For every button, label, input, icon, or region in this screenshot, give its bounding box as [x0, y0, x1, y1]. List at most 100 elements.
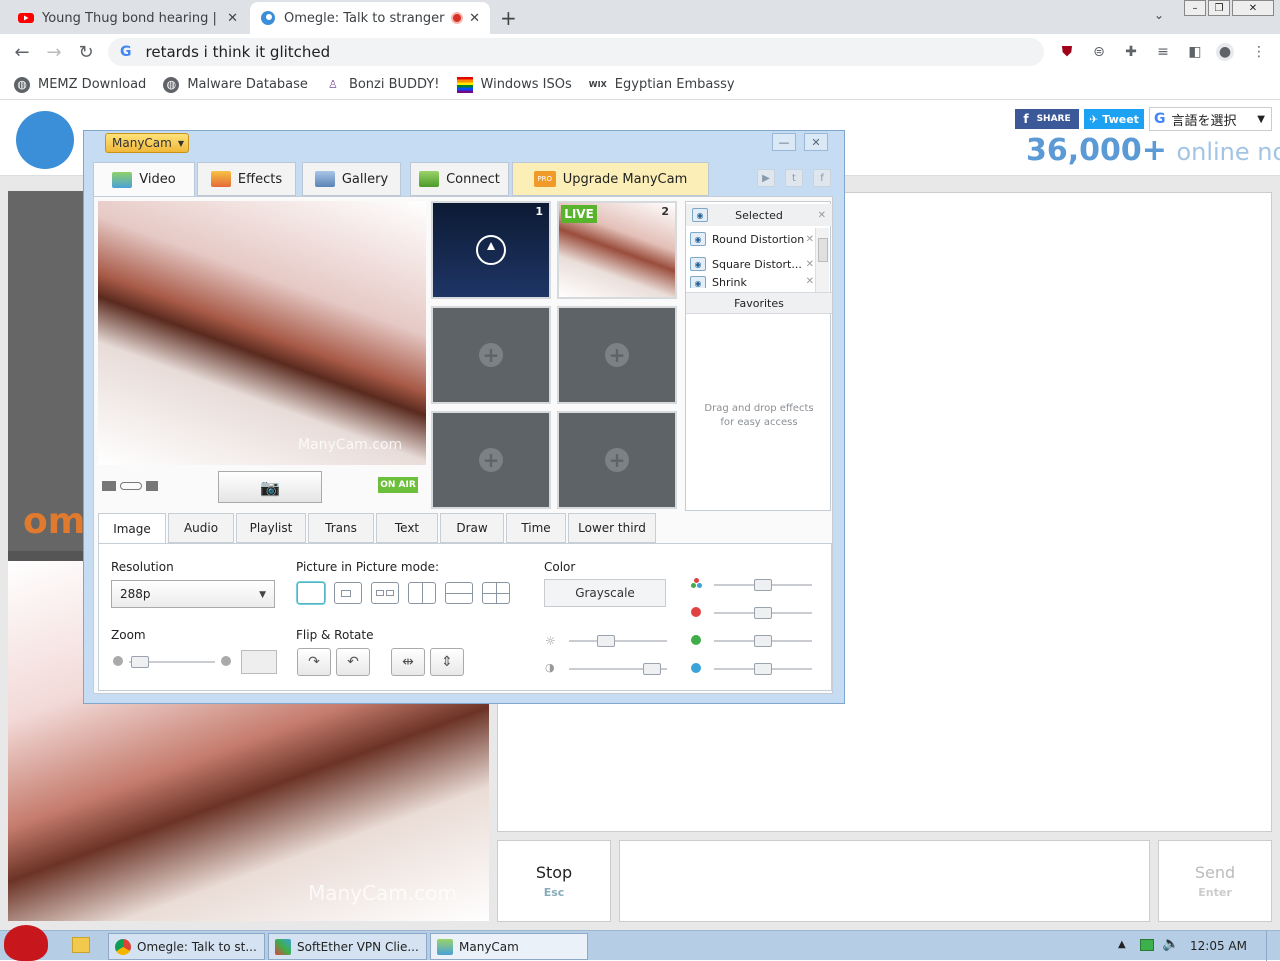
- tab-youtube[interactable]: Young Thug bond hearing | 1 ✕: [8, 2, 248, 34]
- effect-item[interactable]: ◉ Square Distort... ✕: [690, 253, 814, 275]
- saturation-slider[interactable]: [714, 579, 812, 591]
- pip-mode-quad[interactable]: [482, 582, 510, 604]
- volume-icon[interactable]: 🔈: [1162, 936, 1179, 952]
- zoom-out-icon[interactable]: [113, 656, 123, 666]
- angry-bird-start-icon[interactable]: [4, 925, 48, 961]
- forward-arrow-icon[interactable]: →: [42, 40, 66, 64]
- tweet-button[interactable]: ✈ Tweet: [1084, 109, 1144, 129]
- tab-video[interactable]: Video: [93, 162, 195, 196]
- remove-effect-icon[interactable]: ✕: [806, 276, 814, 287]
- side-panel-icon[interactable]: ◧: [1186, 43, 1204, 61]
- send-button[interactable]: Send Enter: [1158, 840, 1272, 922]
- scrollbar-thumb[interactable]: [818, 238, 828, 262]
- tray-expand-icon[interactable]: ▲: [1118, 939, 1126, 950]
- back-arrow-icon[interactable]: ←: [10, 40, 34, 64]
- address-bar[interactable]: G retards i think it glitched: [108, 38, 1044, 66]
- eye-icon[interactable]: ◉: [690, 276, 706, 288]
- twitter-small-icon[interactable]: t: [785, 169, 803, 187]
- slider-thumb[interactable]: [643, 663, 661, 675]
- pip-mode-vertical-split[interactable]: [408, 582, 436, 604]
- zoom-slider[interactable]: [129, 656, 215, 668]
- subtab-text[interactable]: Text: [376, 513, 438, 543]
- remove-effect-icon[interactable]: ✕: [806, 234, 814, 245]
- close-tab-icon[interactable]: ✕: [469, 11, 480, 26]
- eye-icon[interactable]: ◉: [690, 257, 706, 271]
- manycam-menu-button[interactable]: ManyCam ▼: [105, 133, 189, 153]
- snapshot-button[interactable]: 📷: [218, 471, 322, 503]
- tab-upgrade[interactable]: PRO Upgrade ManyCam: [512, 162, 709, 196]
- ublock-extension-icon[interactable]: ⛊: [1058, 43, 1076, 61]
- effects-scrollbar[interactable]: [815, 228, 829, 296]
- pip-mode-inset[interactable]: [334, 582, 362, 604]
- slider-thumb[interactable]: [597, 635, 615, 647]
- source-slot-empty[interactable]: +: [431, 306, 551, 404]
- red-slider[interactable]: [714, 607, 812, 619]
- kebab-menu-icon[interactable]: ⋮: [1250, 43, 1268, 61]
- minimize-icon[interactable]: –: [1184, 0, 1206, 16]
- blue-slider[interactable]: [714, 663, 812, 675]
- clear-icon[interactable]: ✕: [818, 210, 826, 221]
- facebook-share-button[interactable]: f SHARE: [1015, 109, 1079, 129]
- mode-switch[interactable]: [102, 479, 160, 493]
- bookmark-egyptian-embassy[interactable]: WIX Egyptian Embassy: [589, 77, 735, 93]
- taskbar-softether[interactable]: SoftEther VPN Clie...: [268, 933, 427, 960]
- bookmark-bonzi-buddy[interactable]: ♙ Bonzi BUDDY!: [325, 77, 440, 93]
- media-controls-icon[interactable]: ≡: [1154, 43, 1172, 61]
- slider-thumb[interactable]: [754, 663, 772, 675]
- brightness-slider[interactable]: [569, 635, 667, 647]
- profile-avatar-icon[interactable]: ●: [1216, 43, 1234, 61]
- source-slot-empty[interactable]: +: [557, 411, 677, 509]
- folder-icon[interactable]: [72, 937, 90, 953]
- taskbar-manycam[interactable]: ManyCam: [430, 933, 588, 960]
- taskbar-chrome[interactable]: Omegle: Talk to st...: [108, 933, 265, 960]
- tab-connect[interactable]: Connect: [410, 162, 509, 196]
- show-desktop-button[interactable]: [1266, 931, 1280, 961]
- green-slider[interactable]: [714, 635, 812, 647]
- source-slot-1[interactable]: 1: [431, 201, 551, 299]
- bookmark-windows-isos[interactable]: Windows ISOs: [456, 76, 572, 93]
- close-icon[interactable]: ✕: [804, 133, 828, 151]
- bookmark-malware-database[interactable]: ◍ Malware Database: [163, 76, 308, 93]
- eye-icon[interactable]: ◉: [690, 232, 706, 246]
- youtube-small-icon[interactable]: ▶: [757, 169, 775, 187]
- rotate-left-button[interactable]: ↶: [336, 648, 370, 676]
- tab-search-icon[interactable]: ⌄: [1154, 8, 1164, 22]
- effect-item[interactable]: ◉ Shrink ✕: [690, 276, 814, 288]
- subtab-lower-third[interactable]: Lower third: [568, 513, 656, 543]
- zoom-value-box[interactable]: [241, 650, 277, 674]
- new-tab-button[interactable]: +: [500, 6, 517, 30]
- minimize-icon[interactable]: —: [772, 133, 796, 151]
- translate-extension-icon[interactable]: ⊜: [1090, 43, 1108, 61]
- restore-icon[interactable]: ❐: [1208, 0, 1230, 16]
- subtab-image[interactable]: Image: [98, 513, 166, 543]
- slider-thumb[interactable]: [754, 579, 772, 591]
- pip-mode-horizontal-split[interactable]: [445, 582, 473, 604]
- resolution-dropdown[interactable]: 288p ▼: [111, 580, 275, 608]
- facebook-small-icon[interactable]: f: [813, 169, 831, 187]
- contrast-slider[interactable]: [569, 663, 667, 675]
- slider-thumb[interactable]: [131, 656, 149, 668]
- google-translate-select[interactable]: G 言語を選択 ▼: [1149, 107, 1272, 131]
- slider-thumb[interactable]: [754, 635, 772, 647]
- close-window-icon[interactable]: ✕: [1232, 0, 1274, 16]
- remove-effect-icon[interactable]: ✕: [806, 259, 814, 270]
- zoom-in-icon[interactable]: [221, 656, 231, 666]
- reload-icon[interactable]: ↻: [74, 40, 98, 64]
- bookmark-memz[interactable]: ◍ MEMZ Download: [14, 76, 146, 93]
- source-slot-empty[interactable]: +: [431, 411, 551, 509]
- close-tab-icon[interactable]: ✕: [227, 11, 238, 26]
- source-slot-empty[interactable]: +: [557, 306, 677, 404]
- pip-mode-none[interactable]: [297, 582, 325, 604]
- extensions-puzzle-icon[interactable]: ✚: [1122, 43, 1140, 61]
- subtab-draw[interactable]: Draw: [440, 513, 504, 543]
- subtab-audio[interactable]: Audio: [168, 513, 234, 543]
- slider-thumb[interactable]: [754, 607, 772, 619]
- network-icon[interactable]: [1140, 939, 1154, 951]
- subtab-time[interactable]: Time: [506, 513, 566, 543]
- source-slot-2[interactable]: LIVE 2: [557, 201, 677, 299]
- grayscale-button[interactable]: Grayscale: [544, 579, 666, 607]
- rotate-right-button[interactable]: ↷: [297, 648, 331, 676]
- tab-omegle[interactable]: Omegle: Talk to strangers! ✕: [250, 2, 490, 34]
- stop-button[interactable]: Stop Esc: [497, 840, 611, 922]
- omegle-logo[interactable]: [16, 111, 74, 169]
